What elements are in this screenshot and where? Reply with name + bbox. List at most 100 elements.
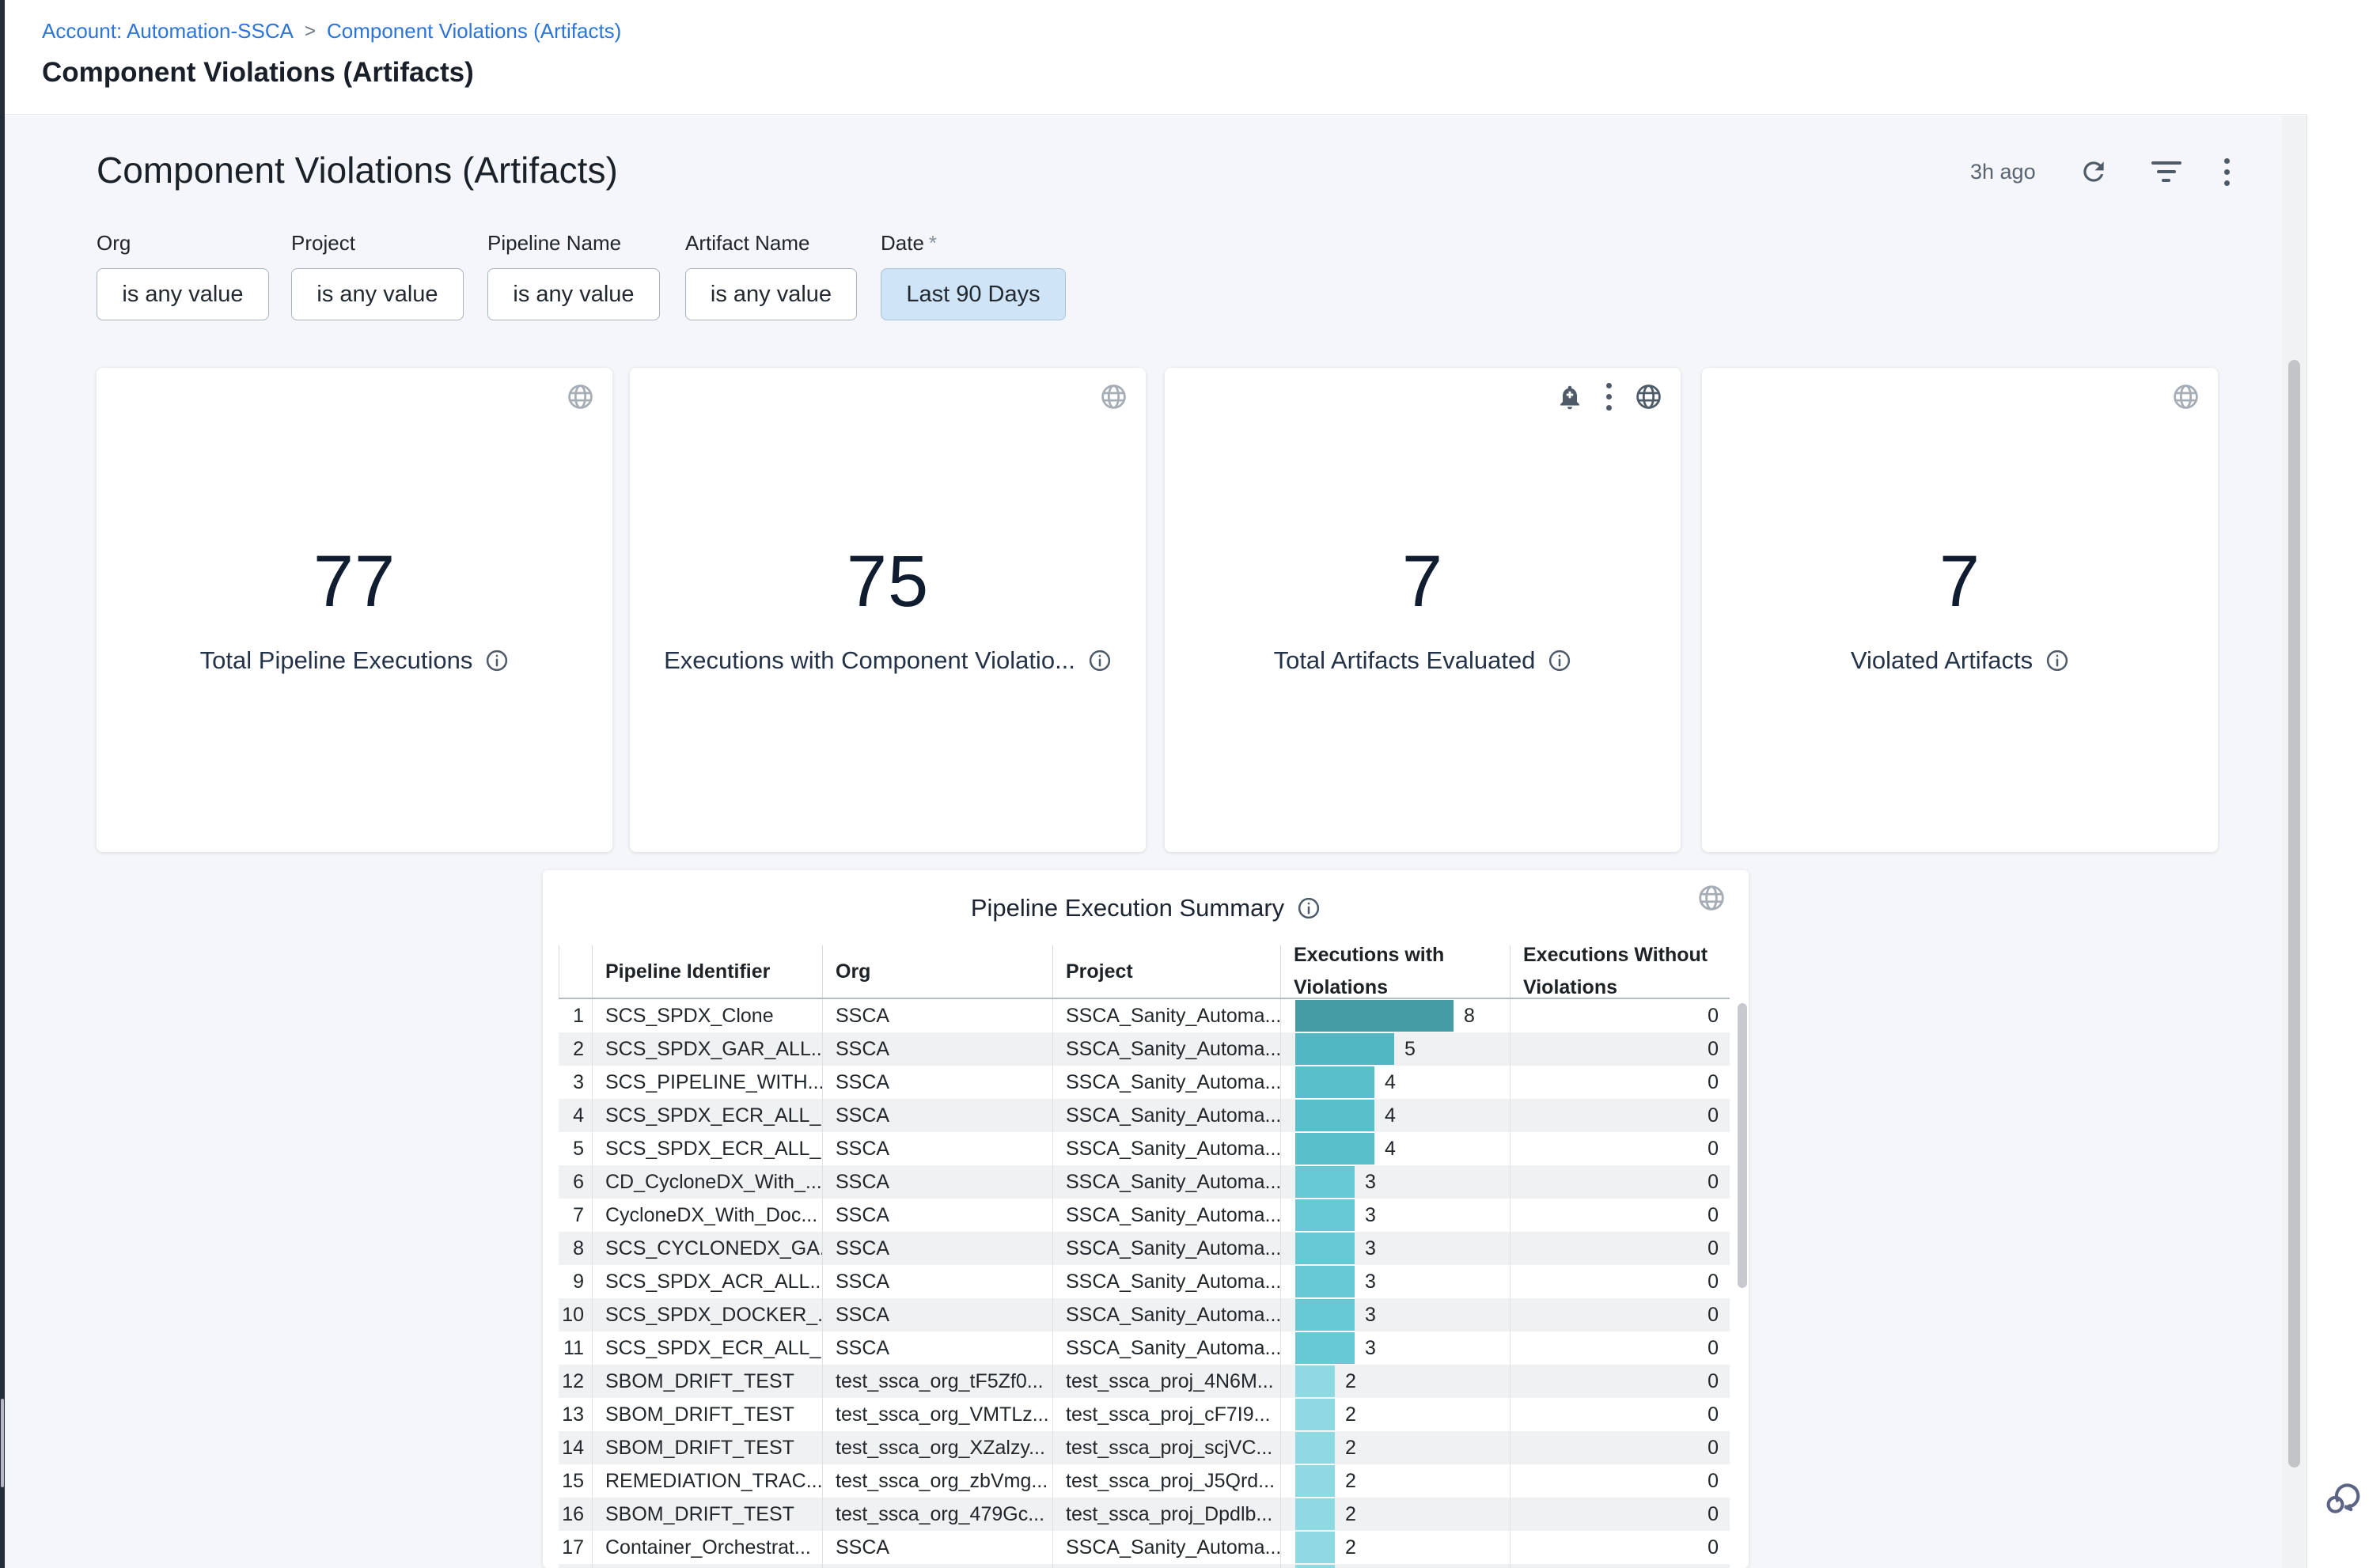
globe-icon[interactable] <box>1099 382 1128 411</box>
globe-icon[interactable] <box>2171 382 2200 411</box>
violations-bar[interactable] <box>1295 1332 1355 1364</box>
cell-project: test_ssca_proj_cF7I9... <box>1052 1398 1280 1431</box>
filter-value-button[interactable]: is any value <box>97 268 269 320</box>
violations-bar-value: 2 <box>1345 1503 1356 1526</box>
table-row[interactable]: 14 SBOM_DRIFT_TEST test_ssca_org_XZalzy.… <box>559 1431 1730 1464</box>
refresh-icon[interactable] <box>2079 157 2109 187</box>
table-row[interactable]: 3 SCS_PIPELINE_WITH... SSCA SSCA_Sanity_… <box>559 1066 1730 1099</box>
violations-bar-value: 2 <box>1345 1370 1356 1393</box>
table-row[interactable]: 13 SBOM_DRIFT_TEST test_ssca_org_VMTLz..… <box>559 1398 1730 1431</box>
cell-org: test_ssca_org_479Gc... <box>822 1498 1052 1531</box>
violations-bar[interactable] <box>1295 1133 1374 1165</box>
table-row[interactable]: 6 CD_CycloneDX_With_... SSCA SSCA_Sanity… <box>559 1165 1730 1199</box>
chat-help-icon[interactable] <box>2322 1478 2363 1519</box>
cell-pipeline-identifier: SCS_SPDX_ECR_ALL_... <box>592 1132 822 1165</box>
violations-bar-value: 5 <box>1404 1038 1416 1061</box>
violations-bar[interactable] <box>1295 1166 1355 1198</box>
cell-executions-with-violations: 2 <box>1280 1398 1510 1431</box>
card-more-menu-icon[interactable] <box>1606 383 1612 411</box>
table-title: Pipeline Execution Summary <box>543 894 1749 922</box>
violations-bar[interactable] <box>1295 1000 1454 1032</box>
column-header-project[interactable]: Project <box>1052 945 1280 998</box>
table-scrollbar-thumb[interactable] <box>1738 1003 1747 1288</box>
filter-value-button[interactable]: is any value <box>685 268 857 320</box>
column-header-pipeline-identifier[interactable]: Pipeline Identifier <box>592 945 822 998</box>
dashboard-more-menu-icon[interactable] <box>2224 158 2230 186</box>
page-scrollbar-thumb[interactable] <box>2288 360 2300 1468</box>
violations-bar[interactable] <box>1295 1266 1355 1297</box>
cell-executions-without-violations: 0 <box>1510 1199 1730 1232</box>
filter-value-button[interactable]: is any value <box>291 268 464 320</box>
cell-pipeline-identifier: SCS_SPDX_DOCKER_... <box>592 1298 822 1331</box>
violations-bar[interactable] <box>1295 1432 1335 1464</box>
column-header-org[interactable]: Org <box>822 945 1052 998</box>
cell-row-number: 16 <box>559 1498 592 1531</box>
violations-bar[interactable] <box>1295 1532 1335 1563</box>
violations-bar[interactable] <box>1295 1465 1335 1497</box>
cell-executions-without-violations: 0 <box>1510 1398 1730 1431</box>
cell-executions-without-violations: 0 <box>1510 1331 1730 1365</box>
breadcrumb-account-link[interactable]: Account: Automation-SSCA <box>42 19 294 44</box>
violations-bar[interactable] <box>1295 1365 1335 1397</box>
table-row[interactable]: 9 SCS_SPDX_ACR_ALL... SSCA SSCA_Sanity_A… <box>559 1265 1730 1298</box>
breadcrumb: Account: Automation-SSCA > Component Vio… <box>42 19 621 44</box>
info-icon[interactable] <box>2045 649 2069 672</box>
info-icon[interactable] <box>1548 649 1571 672</box>
violations-bar[interactable] <box>1295 1498 1335 1530</box>
table-row[interactable]: 12 SBOM_DRIFT_TEST test_ssca_org_tF5Zf0.… <box>559 1365 1730 1398</box>
violations-bar[interactable] <box>1295 1565 1335 1568</box>
nav-scrollbar-thumb[interactable] <box>1 1399 4 1487</box>
table-row[interactable]: 5 SCS_SPDX_ECR_ALL_... SSCA SSCA_Sanity_… <box>559 1132 1730 1165</box>
info-icon[interactable] <box>1297 896 1321 920</box>
violations-bar-value: 2 <box>1345 1437 1356 1460</box>
table-row[interactable]: 1 SCS_SPDX_Clone SSCA SSCA_Sanity_Automa… <box>559 999 1730 1032</box>
cell-pipeline-identifier: SCS_CYCLONEDX_GA... <box>592 1232 822 1265</box>
filter-value-button[interactable]: Last 90 Days <box>881 268 1066 320</box>
filter-label: Artifact Name <box>685 231 857 256</box>
violations-bar[interactable] <box>1295 1066 1374 1098</box>
table-row[interactable]: 15 REMEDIATION_TRAC... test_ssca_org_zbV… <box>559 1464 1730 1498</box>
table-row[interactable]: 4 SCS_SPDX_ECR_ALL_... SSCA SSCA_Sanity_… <box>559 1099 1730 1132</box>
cell-org <box>822 1564 1052 1568</box>
breadcrumb-page-link[interactable]: Component Violations (Artifacts) <box>327 19 621 44</box>
cell-executions-with-violations <box>1280 1564 1510 1568</box>
violations-bar[interactable] <box>1295 1100 1374 1131</box>
violations-bar-value: 2 <box>1345 1470 1356 1493</box>
violations-bar-value: 3 <box>1365 1271 1376 1293</box>
table-row[interactable]: 11 SCS_SPDX_ECR_ALL_... SSCA SSCA_Sanity… <box>559 1331 1730 1365</box>
table-row[interactable]: 16 SBOM_DRIFT_TEST test_ssca_org_479Gc..… <box>559 1498 1730 1531</box>
cell-executions-with-violations: 2 <box>1280 1365 1510 1398</box>
table-row[interactable]: 17 Container_Orchestrat... SSCA SSCA_San… <box>559 1531 1730 1564</box>
table-row[interactable]: 8 SCS_CYCLONEDX_GA... SSCA SSCA_Sanity_A… <box>559 1232 1730 1265</box>
column-header-executions-with-violations[interactable]: Executions withViolations <box>1280 945 1510 998</box>
column-header-executions-without-violations[interactable]: Executions WithoutViolations <box>1510 945 1730 998</box>
page-scrollbar-track[interactable] <box>2282 116 2307 1568</box>
violations-bar[interactable] <box>1295 1233 1355 1264</box>
cell-executions-without-violations: 0 <box>1510 1165 1730 1199</box>
cell-pipeline-identifier: SBOM_DRIFT_TEST <box>592 1498 822 1531</box>
violations-bar[interactable] <box>1295 1033 1394 1065</box>
globe-icon[interactable] <box>566 382 595 411</box>
info-icon[interactable] <box>1088 649 1112 672</box>
cell-executions-with-violations: 3 <box>1280 1298 1510 1331</box>
info-icon[interactable] <box>485 649 509 672</box>
globe-icon[interactable] <box>1634 382 1663 411</box>
violations-bar-value: 3 <box>1365 1304 1376 1327</box>
last-refreshed-label: 3h ago <box>1970 160 2036 184</box>
cell-pipeline-identifier: SCS_SPDX_Clone <box>592 999 822 1032</box>
cell-executions-without-violations: 0 <box>1510 1431 1730 1464</box>
violations-bar[interactable] <box>1295 1199 1355 1231</box>
violations-bar[interactable] <box>1295 1299 1355 1331</box>
cell-pipeline-identifier: SBOM_DRIFT_TEST <box>592 1398 822 1431</box>
cell-org: SSCA <box>822 1032 1052 1066</box>
filter-value-button[interactable]: is any value <box>487 268 660 320</box>
table-row[interactable]: 10 SCS_SPDX_DOCKER_... SSCA SSCA_Sanity_… <box>559 1298 1730 1331</box>
bell-plus-alert-icon[interactable] <box>1556 383 1584 411</box>
table-row[interactable]: 7 CycloneDX_With_Doc... SSCA SSCA_Sanity… <box>559 1199 1730 1232</box>
table-row[interactable] <box>559 1564 1730 1568</box>
violations-bar[interactable] <box>1295 1399 1335 1430</box>
dashboard-filters-icon[interactable] <box>2151 161 2181 182</box>
cell-executions-without-violations: 0 <box>1510 1132 1730 1165</box>
cell-row-number: 10 <box>559 1298 592 1331</box>
table-row[interactable]: 2 SCS_SPDX_GAR_ALL... SSCA SSCA_Sanity_A… <box>559 1032 1730 1066</box>
